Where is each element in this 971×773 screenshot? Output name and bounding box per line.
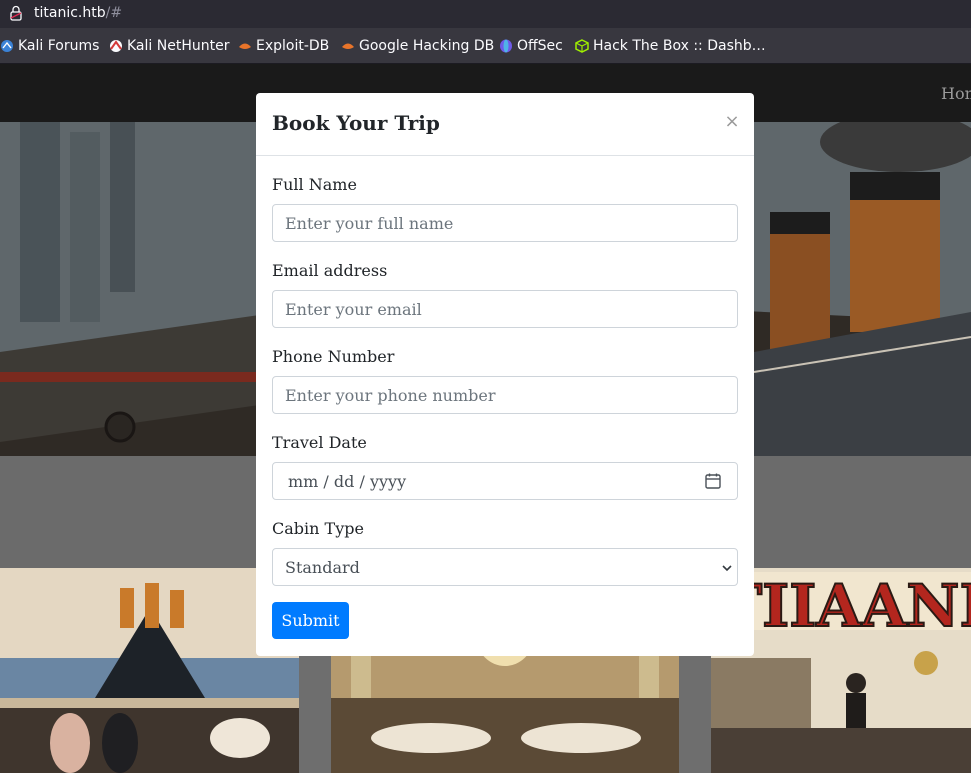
full-name-input[interactable] bbox=[272, 204, 738, 242]
booking-modal: Book Your Trip × Full Name Email address… bbox=[256, 93, 754, 656]
url-text[interactable]: titanic.htb/# bbox=[34, 5, 122, 21]
email-input[interactable] bbox=[272, 290, 738, 328]
submit-button[interactable]: Submit bbox=[272, 602, 349, 639]
url-path: /# bbox=[105, 5, 123, 21]
hack-the-box-icon bbox=[575, 38, 589, 53]
calendar-icon[interactable] bbox=[704, 472, 722, 490]
bookmark-kali-nethunter[interactable]: Kali NetHunter bbox=[109, 28, 229, 64]
cabin-type-label: Cabin Type bbox=[272, 519, 364, 538]
travel-date-input[interactable]: mm / dd / yyyy bbox=[272, 462, 738, 500]
offsec-icon bbox=[500, 39, 512, 52]
bookmark-label: Exploit-DB bbox=[256, 37, 330, 54]
url-bar[interactable]: titanic.htb/# bbox=[0, 0, 971, 28]
kali-nethunter-icon bbox=[110, 39, 122, 52]
email-label: Email address bbox=[272, 261, 388, 280]
modal-title: Book Your Trip bbox=[272, 111, 440, 135]
url-host: titanic.htb bbox=[34, 5, 106, 21]
bookmark-hack-the-box[interactable]: Hack The Box :: Dashb… bbox=[575, 28, 766, 64]
modal-header: Book Your Trip × bbox=[256, 93, 754, 156]
phone-input[interactable] bbox=[272, 376, 738, 414]
bookmark-exploit-db[interactable]: Exploit-DB bbox=[238, 28, 329, 64]
kali-forums-icon bbox=[1, 39, 13, 52]
chevron-down-icon bbox=[722, 565, 732, 572]
bookmark-label: OffSec bbox=[517, 37, 563, 54]
cabin-type-select[interactable]: Standard bbox=[272, 548, 738, 586]
lock-icon bbox=[10, 5, 22, 21]
bookmark-kali-forums[interactable]: Kali Forums bbox=[0, 28, 99, 64]
travel-date-label: Travel Date bbox=[272, 433, 367, 452]
bookmark-label: Google Hacking DB bbox=[359, 37, 495, 54]
cabin-type-selected: Standard bbox=[285, 558, 360, 577]
bookmark-label: Hack The Box :: Dashb… bbox=[593, 37, 766, 54]
bookmark-label: Kali NetHunter bbox=[127, 37, 230, 54]
travel-date-placeholder: mm / dd / yyyy bbox=[288, 472, 407, 491]
phone-label: Phone Number bbox=[272, 347, 395, 366]
full-name-label: Full Name bbox=[272, 175, 357, 194]
google-hacking-db-icon bbox=[342, 43, 354, 49]
bookmark-google-hacking-db[interactable]: Google Hacking DB bbox=[341, 28, 494, 64]
bookmark-offsec[interactable]: OffSec bbox=[499, 28, 563, 64]
bookmark-label: Kali Forums bbox=[18, 37, 100, 54]
close-icon[interactable]: × bbox=[722, 111, 742, 133]
bookmarks-toolbar: Kali Forums Kali NetHunter Exploit-DB Go… bbox=[0, 28, 971, 64]
exploit-db-icon bbox=[239, 43, 251, 49]
